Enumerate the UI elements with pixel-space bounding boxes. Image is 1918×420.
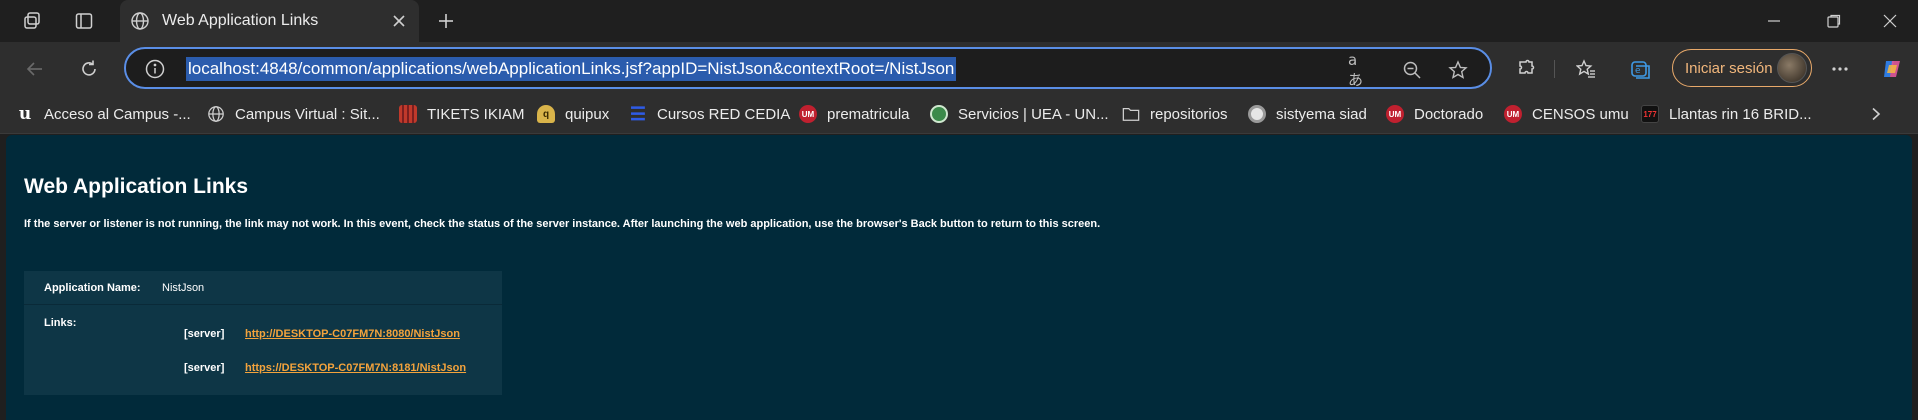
- server-label: [server]: [184, 362, 225, 374]
- address-bar[interactable]: localhost:4848/common/applications/webAp…: [124, 47, 1492, 89]
- uea-icon: [930, 105, 948, 123]
- bookmark-label: Acceso al Campus -...: [44, 105, 191, 123]
- back-button[interactable]: [18, 52, 52, 86]
- globe-icon: [130, 11, 150, 31]
- bookmarks-bar: u Acceso al Campus -... Campus Virtual :…: [0, 94, 1918, 134]
- sign-in-button[interactable]: Iniciar sesión: [1672, 49, 1812, 87]
- server-label: [server]: [184, 328, 225, 340]
- bookmark-item[interactable]: u Acceso al Campus -...: [16, 102, 191, 126]
- restore-icon[interactable]: [1806, 0, 1862, 42]
- application-name-value: NistJson: [162, 282, 205, 294]
- bookmark-label: prematricula: [827, 105, 910, 123]
- minimize-icon[interactable]: [1746, 0, 1802, 42]
- http-link[interactable]: http://DESKTOP-C07FM7N:8080/NistJson: [245, 328, 460, 340]
- bookmark-label: TIKETS IKIAM: [427, 105, 525, 123]
- ikiam-icon: [399, 105, 417, 123]
- bookmark-label: Servicios | UEA - UN...: [958, 105, 1109, 123]
- bookmark-label: Doctorado: [1414, 105, 1484, 123]
- application-links-panel: Application Name: NistJson Links: [serve…: [24, 271, 502, 395]
- bookmark-item[interactable]: q quipux: [537, 102, 609, 126]
- bookmark-label: Campus Virtual : Sit...: [235, 105, 380, 123]
- help-text: If the server or listener is not running…: [24, 218, 1101, 230]
- https-link[interactable]: https://DESKTOP-C07FM7N:8181/NistJson: [245, 362, 466, 374]
- u-logo-icon: u: [18, 104, 32, 124]
- avatar: [1777, 53, 1807, 83]
- folder-icon: [1122, 105, 1140, 123]
- bookmark-label: Cursos RED CEDIA: [657, 105, 791, 123]
- read-aloud-translate-icon[interactable]: aあ: [1348, 51, 1372, 89]
- bookmark-item[interactable]: sistyema siad: [1248, 102, 1367, 126]
- bookmark-item[interactable]: UM prematricula: [799, 102, 910, 126]
- navigation-toolbar: localhost:4848/common/applications/webAp…: [0, 42, 1918, 94]
- collections-icon[interactable]: e: [1626, 55, 1654, 83]
- bookmark-label: CENSOS umu: [1532, 105, 1629, 123]
- bookmark-item[interactable]: Campus Virtual : Sit...: [207, 102, 380, 126]
- um-icon: UM: [799, 105, 817, 123]
- tab-strip: Web Application Links: [0, 0, 1918, 42]
- svg-text:e: e: [1635, 66, 1641, 76]
- tab-title: Web Application Links: [162, 12, 319, 29]
- favorites-icon[interactable]: [1572, 55, 1600, 83]
- bookmark-label: repositorios: [1150, 105, 1228, 123]
- tab-actions-icon[interactable]: [68, 6, 100, 36]
- page-content: Web Application Links If the server or l…: [6, 135, 1912, 420]
- um-icon: UM: [1504, 105, 1522, 123]
- bookmark-item[interactable]: TIKETS IKIAM: [399, 102, 525, 126]
- close-window-icon[interactable]: [1862, 0, 1918, 42]
- new-tab-button[interactable]: [430, 6, 462, 36]
- favorite-star-icon[interactable]: [1446, 58, 1470, 82]
- more-options-icon[interactable]: [1826, 55, 1854, 83]
- bookmark-item[interactable]: repositorios: [1122, 102, 1228, 126]
- cedia-icon: ☰: [629, 103, 647, 124]
- globe-icon: [207, 105, 225, 123]
- toolbar-divider: [1554, 60, 1555, 78]
- reload-button[interactable]: [72, 52, 106, 86]
- um-icon: UM: [1386, 105, 1404, 123]
- copilot-icon[interactable]: [1878, 55, 1906, 83]
- extensions-icon[interactable]: [1512, 55, 1540, 83]
- zoom-out-icon[interactable]: [1400, 58, 1424, 82]
- bookmark-item[interactable]: Servicios | UEA - UN...: [930, 102, 1109, 126]
- sign-in-label: Iniciar sesión: [1685, 59, 1773, 77]
- bookmark-item[interactable]: ☰ Cursos RED CEDIA: [629, 102, 790, 126]
- close-tab-icon[interactable]: [389, 11, 409, 31]
- bookmark-item[interactable]: UM CENSOS umu: [1504, 102, 1629, 126]
- bookmark-item[interactable]: 177 Llantas rin 16 BRID...: [1641, 102, 1812, 126]
- chevron-right-icon[interactable]: [1864, 102, 1888, 126]
- bookmark-item[interactable]: UM Doctorado: [1386, 102, 1483, 126]
- links-label: Links:: [44, 317, 77, 329]
- page-title: Web Application Links: [24, 175, 249, 198]
- url-text[interactable]: localhost:4848/common/applications/webAp…: [186, 57, 957, 81]
- bookmark-label: Llantas rin 16 BRID...: [1669, 105, 1812, 123]
- workspaces-icon[interactable]: [16, 6, 48, 36]
- bookmark-label: sistyema siad: [1276, 105, 1367, 123]
- bookmark-label: quipux: [565, 105, 610, 123]
- tab-active[interactable]: Web Application Links: [120, 0, 419, 42]
- siad-icon: [1248, 105, 1266, 123]
- llantas-icon: 177: [1641, 105, 1659, 123]
- quipux-icon: q: [537, 105, 555, 123]
- application-name-label: Application Name:: [44, 282, 141, 294]
- site-info-icon[interactable]: [144, 58, 166, 80]
- application-name-row: Application Name: NistJson: [24, 271, 502, 305]
